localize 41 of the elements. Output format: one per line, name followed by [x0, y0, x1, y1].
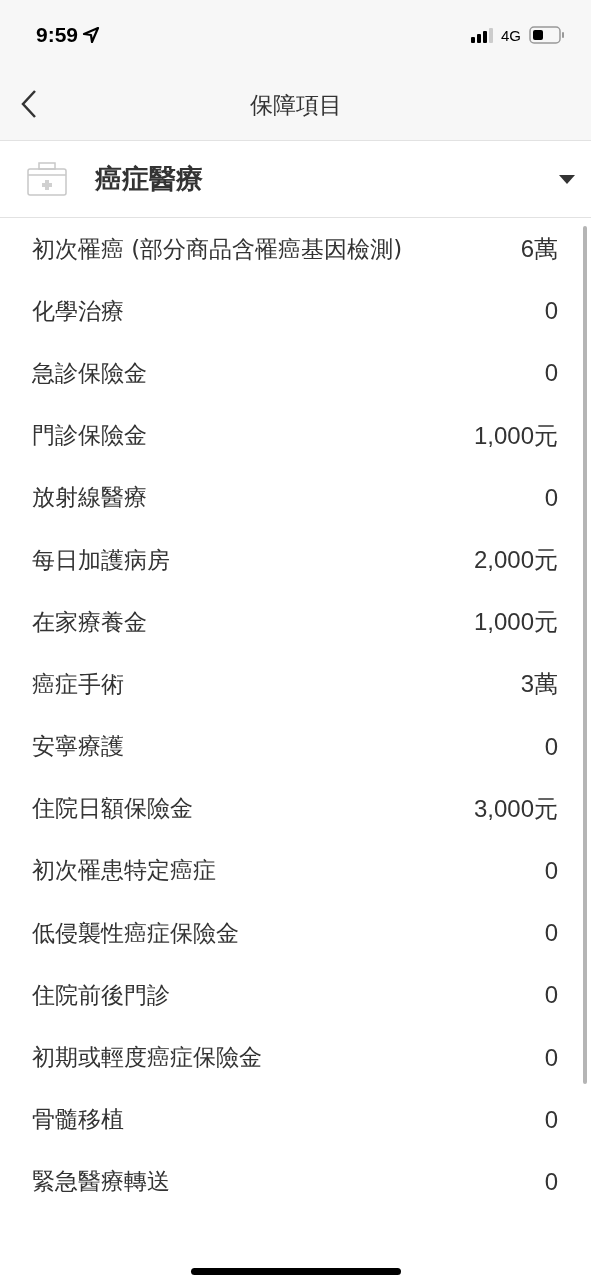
- item-amount: 0: [544, 856, 558, 885]
- item-amount: 0: [544, 297, 558, 326]
- item-amount: 3萬: [520, 669, 558, 700]
- item-amount: 1,000元: [473, 420, 558, 451]
- item-name: 初期或輕度癌症保險金: [32, 1043, 262, 1073]
- item-name: 癌症手術: [32, 669, 124, 699]
- item-name: 每日加護病房: [32, 545, 170, 575]
- battery-icon: [529, 26, 565, 44]
- item-name: 急診保險金: [32, 358, 147, 388]
- location-arrow-icon: [82, 26, 101, 44]
- category-dropdown[interactable]: 癌症醫療: [0, 141, 591, 217]
- item-amount: 0: [544, 359, 558, 388]
- item-name: 低侵襲性癌症保險金: [32, 918, 239, 948]
- dropdown-caret-icon: [559, 174, 575, 184]
- item-amount: 0: [544, 981, 558, 1010]
- item-name: 初次罹患特定癌症: [32, 856, 216, 886]
- item-name: 在家療養金: [32, 607, 147, 637]
- signal-icon: [471, 27, 495, 43]
- status-time: 9:59: [36, 23, 79, 47]
- item-name: 化學治療: [32, 296, 124, 326]
- item-name: 住院前後門診: [32, 980, 170, 1010]
- item-amount: 0: [544, 1043, 558, 1072]
- item-amount: 0: [544, 919, 558, 948]
- item-amount: 6萬: [520, 234, 558, 265]
- item-name: 初次罹癌 (部分商品含罹癌基因檢測): [32, 234, 403, 264]
- item-name: 安寧療護: [32, 732, 124, 762]
- item-amount: 0: [544, 732, 558, 761]
- page-title: 保障項目: [249, 90, 342, 120]
- item-name: 住院日額保險金: [32, 794, 193, 824]
- item-name: 骨髓移植: [32, 1105, 124, 1135]
- item-name: 門診保險金: [32, 421, 147, 451]
- item-amount: 0: [544, 1105, 558, 1134]
- item-amount: 1,000元: [473, 607, 558, 638]
- item-name: 緊急醫療轉送: [32, 1167, 170, 1197]
- item-amount: 0: [544, 1167, 558, 1196]
- item-name: 放射線醫療: [32, 483, 147, 513]
- item-amount: 0: [544, 483, 558, 512]
- item-amount: 3,000元: [473, 793, 558, 824]
- medical-kit-icon: [27, 162, 67, 196]
- item-amount: 2,000元: [473, 545, 558, 576]
- network-label: 4G: [501, 26, 521, 44]
